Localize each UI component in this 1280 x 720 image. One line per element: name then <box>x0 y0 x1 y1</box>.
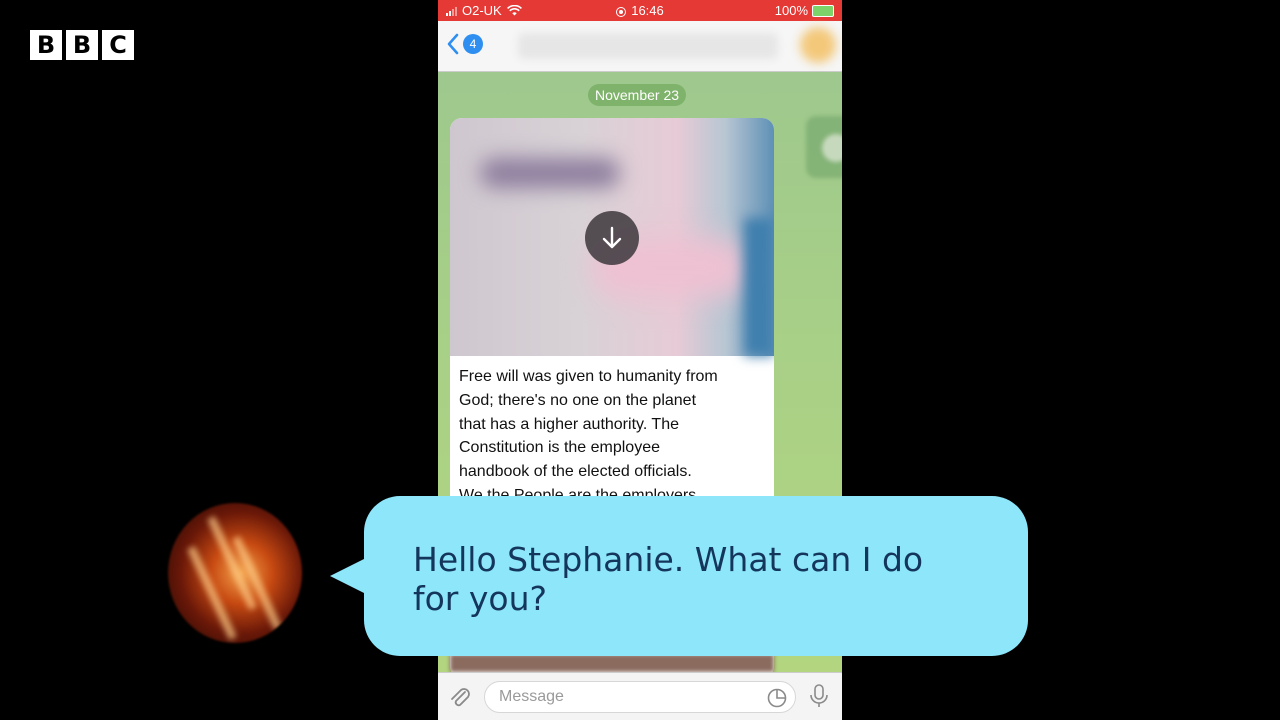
speaker-avatar <box>168 503 302 643</box>
screen-record-icon <box>616 6 627 17</box>
message-field[interactable] <box>484 681 796 713</box>
microphone-icon <box>810 684 828 707</box>
message-input[interactable] <box>497 687 761 707</box>
download-icon <box>602 226 622 249</box>
back-chevron-icon <box>447 33 459 55</box>
redacted-side-avatar[interactable] <box>806 116 842 178</box>
redacted-chat-avatar[interactable] <box>800 27 836 63</box>
caption-bubble: Hello Stephanie. What can I do for you? <box>364 496 1028 656</box>
status-bar: O2-UK 16:46 100% <box>438 0 842 21</box>
paperclip-icon <box>451 688 470 707</box>
chat-header: 4 <box>438 21 842 72</box>
sticker-button[interactable] <box>767 688 787 713</box>
logo-letter-b2: B <box>66 30 98 60</box>
bbc-logo: B B C <box>30 30 134 60</box>
logo-letter-b1: B <box>30 30 62 60</box>
battery-percent: 100% <box>774 3 808 18</box>
microphone-button[interactable] <box>808 683 830 714</box>
attach-button[interactable] <box>448 684 472 715</box>
battery-icon <box>812 4 834 17</box>
next-message-preview[interactable] <box>450 654 774 672</box>
date-separator: November 23 <box>588 84 687 106</box>
unread-count-badge: 4 <box>463 34 483 54</box>
sticker-icon <box>767 688 787 708</box>
message-text: Free will was given to humanity from God… <box>459 368 718 504</box>
download-button[interactable] <box>585 211 639 265</box>
caption-text: Hello Stephanie. What can I do for you? <box>413 540 924 618</box>
message-input-bar <box>438 672 842 720</box>
logo-letter-c: C <box>102 30 134 60</box>
status-time: 16:46 <box>631 3 664 18</box>
back-button[interactable]: 4 <box>446 33 483 55</box>
redacted-chat-title[interactable] <box>518 33 778 59</box>
